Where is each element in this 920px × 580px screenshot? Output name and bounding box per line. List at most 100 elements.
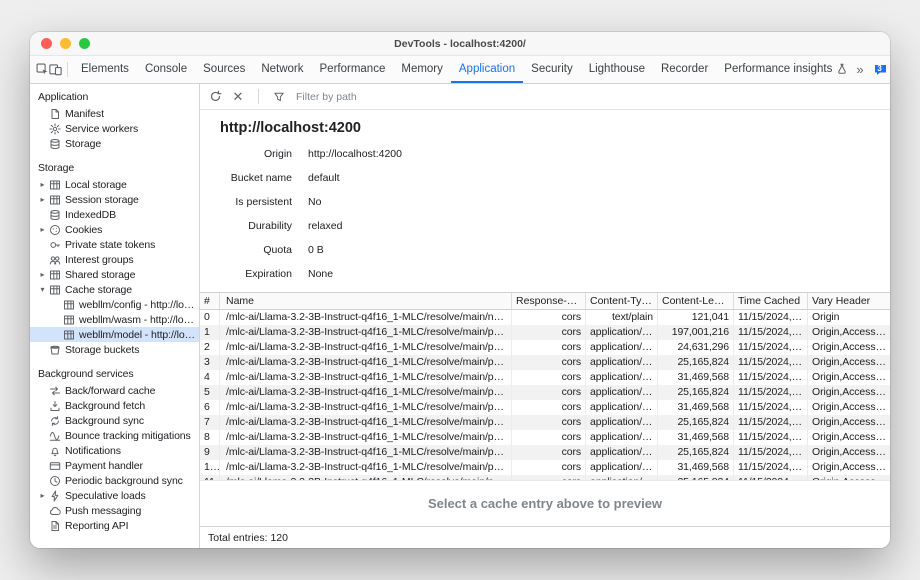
sidebar-item-label: Cache storage <box>65 284 132 296</box>
table-row[interactable]: 4/mlc-ai/Llama-3.2-3B-Instruct-q4f16_1-M… <box>200 370 890 385</box>
table-row[interactable]: 3/mlc-ai/Llama-3.2-3B-Instruct-q4f16_1-M… <box>200 355 890 370</box>
inspect-icon[interactable] <box>36 60 49 80</box>
cell-content-type: application/oc… <box>586 415 658 430</box>
column-header-content-length[interactable]: Content-Length <box>658 293 734 309</box>
sidebar-item-background-sync[interactable]: Background sync <box>30 413 199 428</box>
tab-recorder[interactable]: Recorder <box>653 56 716 83</box>
sidebar-item-notifications[interactable]: Notifications <box>30 443 199 458</box>
cell-name: /mlc-ai/Llama-3.2-3B-Instruct-q4f16_1-ML… <box>220 355 512 370</box>
sidebar-item-background-fetch[interactable]: Background fetch <box>30 398 199 413</box>
column-header-content-type[interactable]: Content-Type <box>586 293 658 309</box>
column-header-response-type[interactable]: Response-Type <box>512 293 586 309</box>
tab-application[interactable]: Application <box>451 56 523 83</box>
cell-time-cached: 11/15/2024, 10… <box>734 310 808 325</box>
tab-elements[interactable]: Elements <box>73 56 137 83</box>
clear-icon[interactable]: ✕ <box>230 89 246 105</box>
sidebar-item-label: Payment handler <box>65 460 143 472</box>
bounce-icon <box>49 430 61 442</box>
sidebar-item-webllm-wasm-http-loca[interactable]: webllm/wasm - http://loca… <box>30 312 199 327</box>
tab-memory[interactable]: Memory <box>393 56 451 83</box>
sidebar-item-label: Periodic background sync <box>65 475 183 487</box>
sidebar-item-label: Notifications <box>65 445 121 457</box>
toolbar-divider <box>258 89 259 104</box>
tab-network[interactable]: Network <box>253 56 311 83</box>
column-header-[interactable]: # <box>200 293 220 309</box>
tab-label: Sources <box>203 63 245 75</box>
tab-label: Memory <box>401 63 443 75</box>
sidebar-item-payment-handler[interactable]: Payment handler <box>30 458 199 473</box>
meta-label: Durability <box>200 220 292 232</box>
cell-vary-header: Origin,Access… <box>808 340 890 355</box>
bucket-icon <box>49 344 61 356</box>
chevron-right-icon[interactable]: ▸ <box>38 225 47 234</box>
sidebar-item-speculative-loads[interactable]: ▸Speculative loads <box>30 488 199 503</box>
sidebar-item-storage[interactable]: Storage <box>30 136 199 151</box>
sidebar-item-reporting-api[interactable]: Reporting API <box>30 518 199 533</box>
table-row[interactable]: 1/mlc-ai/Llama-3.2-3B-Instruct-q4f16_1-M… <box>200 325 890 340</box>
sidebar-item-indexeddb[interactable]: IndexedDB <box>30 207 199 222</box>
cell-name: /mlc-ai/Llama-3.2-3B-Instruct-q4f16_1-ML… <box>220 415 512 430</box>
table-row[interactable]: 9/mlc-ai/Llama-3.2-3B-Instruct-q4f16_1-M… <box>200 445 890 460</box>
sidebar-item-local-storage[interactable]: ▸Local storage <box>30 177 199 192</box>
tab-label: Performance <box>320 63 386 75</box>
sidebar-item-manifest[interactable]: Manifest <box>30 106 199 121</box>
tab-lighthouse[interactable]: Lighthouse <box>581 56 653 83</box>
column-header-name[interactable]: Name <box>220 293 512 309</box>
chevron-right-icon[interactable]: ▸ <box>38 270 47 279</box>
table-row[interactable]: 8/mlc-ai/Llama-3.2-3B-Instruct-q4f16_1-M… <box>200 430 890 445</box>
device-toolbar-icon[interactable] <box>49 60 62 80</box>
grid-body: 0/mlc-ai/Llama-3.2-3B-Instruct-q4f16_1-M… <box>200 310 890 480</box>
table-row[interactable]: 0/mlc-ai/Llama-3.2-3B-Instruct-q4f16_1-M… <box>200 310 890 325</box>
tab-sources[interactable]: Sources <box>195 56 253 83</box>
tab-security[interactable]: Security <box>523 56 581 83</box>
sidebar-item-webllm-model-http-loc[interactable]: webllm/model - http://loc… <box>30 327 199 342</box>
sidebar-item-periodic-background-sync[interactable]: Periodic background sync <box>30 473 199 488</box>
close-button[interactable] <box>41 38 52 49</box>
tab-performance-insights[interactable]: Performance insights <box>716 56 856 83</box>
sidebar-item-push-messaging[interactable]: Push messaging <box>30 503 199 518</box>
cell-response-type: cors <box>512 370 586 385</box>
console-messages-badge[interactable]: 3 <box>874 64 888 76</box>
chevron-right-icon[interactable]: ▸ <box>38 491 47 500</box>
chevron-right-icon[interactable]: ▸ <box>38 180 47 189</box>
sidebar-item-shared-storage[interactable]: ▸Shared storage <box>30 267 199 282</box>
messages-count: 3 <box>874 64 886 73</box>
sidebar-item-storage-buckets[interactable]: Storage buckets <box>30 342 199 357</box>
cell-content-type: application/oc… <box>586 325 658 340</box>
devtools-content: ApplicationManifestService workersStorag… <box>30 84 890 548</box>
cell-content-type: application/oc… <box>586 355 658 370</box>
more-tabs-chevron[interactable]: » <box>856 62 863 77</box>
cell-response-type: cors <box>512 385 586 400</box>
minimize-button[interactable] <box>60 38 71 49</box>
sidebar-item-cookies[interactable]: ▸Cookies <box>30 222 199 237</box>
column-header-vary-header[interactable]: Vary Header <box>808 293 890 309</box>
filter-input[interactable] <box>294 90 488 104</box>
refresh-icon[interactable] <box>207 89 223 105</box>
column-header-time-cached[interactable]: Time Cached <box>734 293 808 309</box>
cell-vary-header: Origin,Access… <box>808 400 890 415</box>
table-row[interactable]: 2/mlc-ai/Llama-3.2-3B-Instruct-q4f16_1-M… <box>200 340 890 355</box>
sidebar-item-bounce-tracking-mitigations[interactable]: Bounce tracking mitigations <box>30 428 199 443</box>
sidebar-item-interest-groups[interactable]: Interest groups <box>30 252 199 267</box>
cell-vary-header: Origin,Access… <box>808 415 890 430</box>
sidebar-item-session-storage[interactable]: ▸Session storage <box>30 192 199 207</box>
toolbar-divider <box>67 62 68 77</box>
sidebar-item-label: Storage buckets <box>65 344 139 356</box>
sidebar-item-service-workers[interactable]: Service workers <box>30 121 199 136</box>
sidebar-item-webllm-config-http-loc[interactable]: webllm/config - http://loc… <box>30 297 199 312</box>
sidebar-item-cache-storage[interactable]: ▾ Cache storage <box>30 282 199 297</box>
cell-response-type: cors <box>512 325 586 340</box>
sidebar-item-back-forward-cache[interactable]: Back/forward cache <box>30 383 199 398</box>
tab-label: Console <box>145 63 187 75</box>
table-row[interactable]: 10/mlc-ai/Llama-3.2-3B-Instruct-q4f16_1-… <box>200 460 890 475</box>
table-row[interactable]: 6/mlc-ai/Llama-3.2-3B-Instruct-q4f16_1-M… <box>200 400 890 415</box>
chevron-down-icon[interactable]: ▾ <box>38 285 47 294</box>
tab-console[interactable]: Console <box>137 56 195 83</box>
table-row[interactable]: 7/mlc-ai/Llama-3.2-3B-Instruct-q4f16_1-M… <box>200 415 890 430</box>
zoom-button[interactable] <box>79 38 90 49</box>
tab-performance[interactable]: Performance <box>312 56 394 83</box>
table-row[interactable]: 5/mlc-ai/Llama-3.2-3B-Instruct-q4f16_1-M… <box>200 385 890 400</box>
background-fetch-icon <box>49 400 61 412</box>
sidebar-item-private-state-tokens[interactable]: Private state tokens <box>30 237 199 252</box>
chevron-right-icon[interactable]: ▸ <box>38 195 47 204</box>
